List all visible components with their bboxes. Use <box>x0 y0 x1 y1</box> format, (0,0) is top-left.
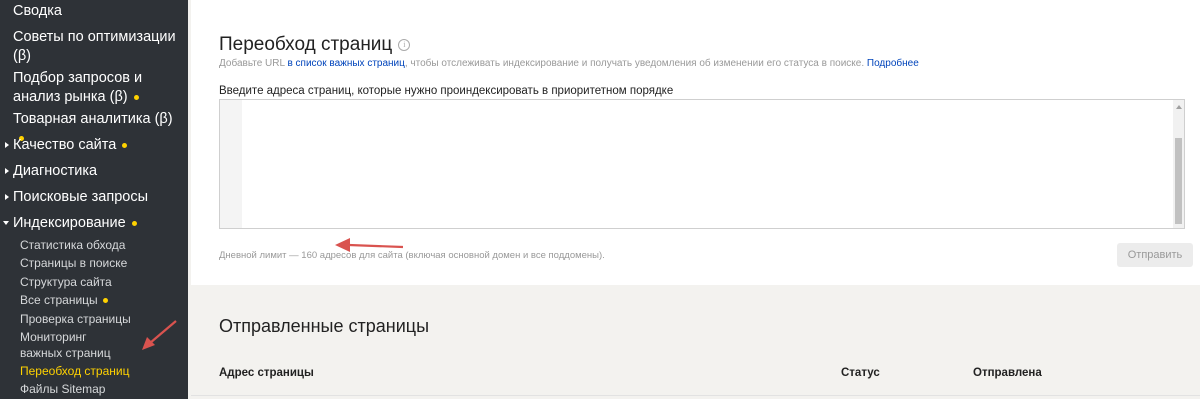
sidebar-subitem-label: Страницы в поиске <box>20 256 128 270</box>
sidebar-item-label: Сводка <box>13 3 62 19</box>
sidebar-subitem-crawl-stats[interactable]: Статистика обхода <box>20 238 180 254</box>
new-indicator-dot <box>122 142 128 148</box>
sidebar-item-label: Диагностика <box>13 163 98 179</box>
daily-limit-text: Дневной лимит — 160 адресов для сайта (в… <box>219 250 605 261</box>
sidebar-subitem-label: Статистика обхода <box>20 238 126 252</box>
sidebar-subitem-sitemap-files[interactable]: Файлы Sitemap <box>20 382 180 398</box>
sidebar-item-summary[interactable]: Сводка <box>0 2 183 21</box>
sidebar-item-label: Индексирование <box>13 215 126 231</box>
textarea-label: Введите адреса страниц, которые нужно пр… <box>219 85 674 97</box>
recrawl-panel: Переобход страниц i Добавьте URL в список… <box>191 0 1200 285</box>
sidebar-subitem-label: Проверка страницы <box>20 312 131 326</box>
description-middle: , чтобы отслеживать индексирование и пол… <box>404 58 867 69</box>
sidebar: Сводка Советы по оптимизации (β) Подбор … <box>0 0 188 399</box>
sidebar-subitem-all-pages[interactable]: Все страницы <box>20 293 180 309</box>
scroll-up-icon[interactable] <box>1176 105 1182 109</box>
caret-right-icon <box>5 194 9 200</box>
sidebar-item-query-selection[interactable]: Подбор запросов и анализ рынка (β) <box>0 69 183 107</box>
page-title: Переобход страниц i <box>219 34 411 56</box>
sidebar-item-search-queries[interactable]: Поисковые запросы <box>0 188 183 207</box>
annotation-arrow-icon <box>335 238 404 252</box>
annotation-arrow-icon <box>142 320 177 350</box>
new-indicator-dot <box>133 94 139 100</box>
caret-down-icon <box>3 221 9 225</box>
sent-pages-title: Отправленные страницы <box>219 316 430 336</box>
textarea-scrollbar[interactable] <box>1173 100 1184 228</box>
sidebar-item-site-quality[interactable]: Качество сайта <box>0 136 183 155</box>
learn-more-link[interactable]: Подробнее <box>867 58 919 69</box>
sidebar-subitem-label: Мониторинг важных страниц <box>20 330 111 360</box>
sidebar-subitem-page-recrawl[interactable]: Переобход страниц <box>20 364 180 380</box>
page-description: Добавьте URL в список важных страниц, чт… <box>219 58 919 69</box>
line-number-gutter <box>220 100 242 228</box>
new-indicator-dot <box>131 220 137 226</box>
new-indicator-dot <box>102 298 108 304</box>
sidebar-item-label: Товарная аналитика (β) <box>13 111 173 127</box>
sidebar-item-label: Советы по оптимизации (β) <box>13 29 176 64</box>
info-icon[interactable]: i <box>398 39 411 51</box>
column-header-sent: Отправлена <box>973 367 1042 379</box>
sidebar-subitem-label: Файлы Sitemap <box>20 382 106 396</box>
sidebar-item-optimization-tips[interactable]: Советы по оптимизации (β) <box>0 28 183 66</box>
sidebar-item-diagnostics[interactable]: Диагностика <box>0 162 183 181</box>
sidebar-subitem-important-pages-monitoring[interactable]: Мониторинг важных страниц <box>20 330 120 361</box>
sidebar-item-indexing[interactable]: Индексирование <box>0 214 183 233</box>
table-divider <box>191 395 1200 396</box>
description-prefix: Добавьте URL <box>219 58 288 69</box>
scrollbar-thumb[interactable] <box>1175 138 1182 224</box>
sidebar-subitem-label: Структура сайта <box>20 275 112 289</box>
submit-button[interactable]: Отправить <box>1117 243 1193 267</box>
urls-textarea[interactable] <box>219 99 1185 229</box>
column-header-address: Адрес страницы <box>219 367 314 379</box>
sidebar-item-label: Качество сайта <box>13 137 117 153</box>
page-title-text: Переобход страниц <box>219 34 393 55</box>
sidebar-subitem-label: Переобход страниц <box>20 364 130 378</box>
sidebar-subitem-site-structure[interactable]: Структура сайта <box>20 275 180 291</box>
column-header-status: Статус <box>841 367 880 379</box>
sidebar-item-label: Подбор запросов и анализ рынка (β) <box>13 70 143 105</box>
caret-right-icon <box>5 168 9 174</box>
important-pages-link[interactable]: в список важных страниц <box>287 58 404 69</box>
sidebar-subitem-pages-in-search[interactable]: Страницы в поиске <box>20 256 180 272</box>
sidebar-item-label: Поисковые запросы <box>13 189 148 205</box>
caret-right-icon <box>5 142 9 148</box>
sidebar-subitem-label: Все страницы <box>20 293 98 307</box>
